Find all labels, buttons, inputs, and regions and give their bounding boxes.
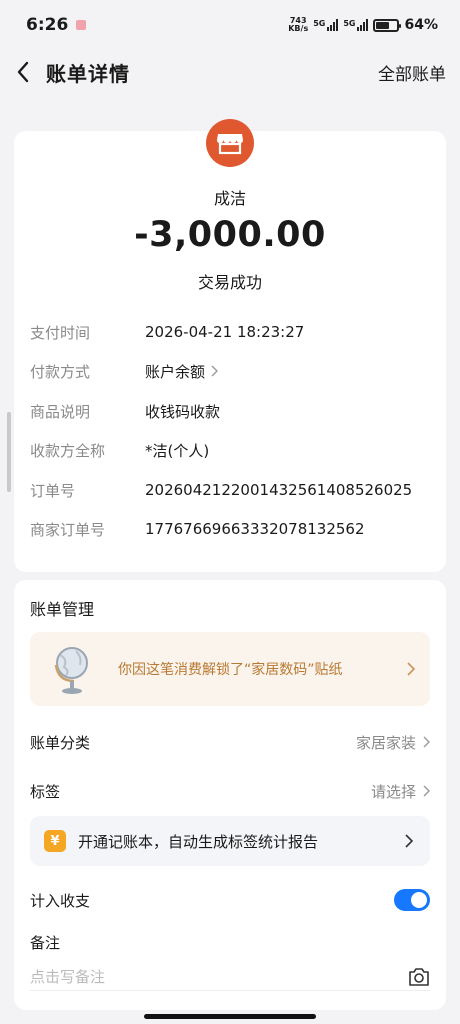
- signal-icon-sim1: 5G: [313, 19, 339, 31]
- detail-value-wrap[interactable]: 账户余额: [145, 361, 220, 382]
- detail-row-pay-time: 支付时间 2026-04-21 18:23:27: [30, 320, 430, 344]
- globe-sticker-icon: [54, 647, 88, 694]
- chevron-right-icon: [407, 662, 416, 676]
- chevron-right-icon: [210, 365, 220, 377]
- tag-label: 标签: [30, 782, 61, 801]
- back-arrow-icon[interactable]: [12, 61, 34, 83]
- detail-value: 2026042122001432561408526025: [145, 481, 413, 499]
- detail-row-product-desc: 商品说明 收钱码收款: [30, 399, 430, 423]
- note-input[interactable]: 点击写备注: [30, 963, 430, 991]
- status-time: 6:26: [26, 15, 69, 35]
- transaction-amount: -3,000.00: [134, 215, 326, 255]
- home-indicator[interactable]: [144, 1014, 316, 1019]
- battery-icon: [373, 18, 402, 32]
- page-title: 账单详情: [46, 61, 130, 86]
- sticker-banner[interactable]: 你因这笔消费解锁了“家居数码”贴纸: [30, 632, 430, 706]
- detail-row-order-no: 订单号 2026042122001432561408526025: [30, 478, 430, 502]
- detail-label: 收款方全称: [30, 441, 106, 460]
- sim2-label: 5G: [343, 19, 356, 28]
- include-in-stats-toggle[interactable]: [394, 889, 430, 911]
- detail-value: *洁(个人): [145, 441, 210, 460]
- all-bills-link[interactable]: 全部账单: [378, 60, 446, 85]
- detail-label: 支付时间: [30, 323, 91, 342]
- chevron-right-icon: [423, 736, 430, 748]
- detail-value: 2026-04-21 18:23:27: [145, 323, 305, 341]
- payment-method-value: 账户余额: [145, 362, 206, 381]
- detail-value: 17767669663332078132562: [145, 520, 365, 538]
- note-label: 备注: [30, 934, 61, 952]
- battery-percentage: 64%: [404, 17, 438, 33]
- ledger-text: 开通记账本，自动生成标签统计报告: [78, 832, 319, 851]
- detail-label: 商家订单号: [30, 520, 106, 539]
- battery-level-fill: [376, 21, 390, 29]
- tag-row[interactable]: 标签 请选择: [30, 778, 430, 804]
- status-left: 6:26: [26, 15, 87, 35]
- tag-value-wrap[interactable]: 请选择: [371, 781, 430, 802]
- sticker-text: 你因这笔消费解锁了“家居数码”贴纸: [118, 662, 343, 678]
- ledger-banner[interactable]: ¥ 开通记账本，自动生成标签统计报告: [30, 816, 430, 866]
- merchant-name: 成洁: [213, 189, 246, 208]
- notification-icon: [76, 20, 87, 30]
- include-in-stats-label: 计入收支: [30, 891, 91, 910]
- ledger-yen-icon: ¥: [44, 830, 66, 852]
- sim1-label: 5G: [313, 19, 326, 28]
- category-value: 家居家装: [355, 733, 416, 752]
- detail-value: 收钱码收款: [145, 402, 221, 421]
- detail-label: 付款方式: [30, 362, 91, 381]
- signal-icon-sim2: 5G: [343, 19, 369, 31]
- network-speed-unit: KB/s: [288, 24, 309, 33]
- chevron-right-icon: [423, 785, 430, 797]
- tag-value: 请选择: [370, 782, 416, 801]
- nav-bar: 账单详情 全部账单: [0, 50, 460, 94]
- category-label: 账单分类: [30, 733, 91, 752]
- transaction-status: 交易成功: [197, 273, 262, 292]
- bill-management-card: 账单管理 你因这笔消费解锁了“家居数码”贴纸 账单分类 家居家装 标签 请选择 …: [14, 580, 446, 1010]
- include-in-stats-row: 计入收支: [30, 887, 430, 913]
- section-title: 账单管理: [30, 600, 95, 619]
- chevron-right-icon: [405, 834, 414, 848]
- detail-row-merchant-order-no: 商家订单号 17767669663332078132562: [30, 517, 430, 541]
- category-value-wrap[interactable]: 家居家装: [356, 732, 430, 753]
- category-row[interactable]: 账单分类 家居家装: [30, 729, 430, 755]
- detail-label: 商品说明: [30, 402, 91, 421]
- detail-label: 订单号: [30, 481, 76, 500]
- note-placeholder: 点击写备注: [30, 968, 106, 986]
- status-bar: 6:26 743 KB/s 5G 5G 64%: [0, 0, 460, 50]
- status-right: 743 KB/s 5G 5G 64%: [288, 17, 438, 34]
- camera-icon[interactable]: [408, 967, 430, 987]
- network-speed: 743 KB/s: [288, 17, 308, 33]
- nav-left: 账单详情: [12, 58, 130, 87]
- storefront-icon: [206, 119, 254, 167]
- detail-row-payment-method[interactable]: 付款方式 账户余额: [30, 359, 430, 383]
- detail-row-payee: 收款方全称 *洁(个人): [30, 438, 430, 462]
- transaction-summary-card: 成洁 -3,000.00 交易成功 支付时间 2026-04-21 18:23:…: [14, 119, 446, 572]
- scroll-indicator: [7, 412, 11, 492]
